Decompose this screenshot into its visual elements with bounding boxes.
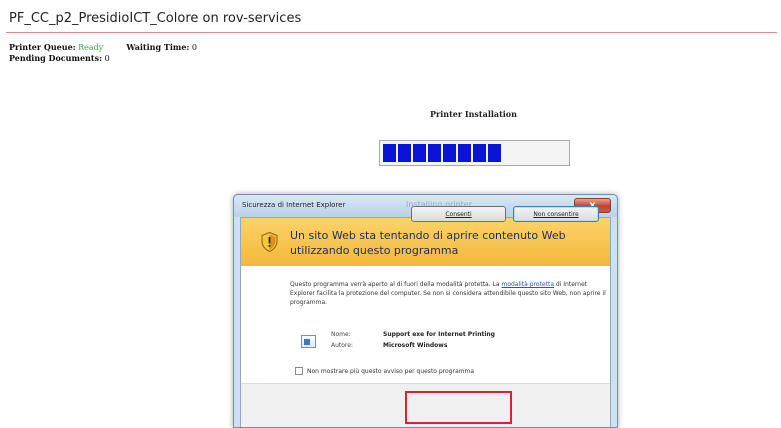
progress-block [398,144,411,162]
dont-show-again-checkbox[interactable] [295,367,303,375]
pending-value: 0 [104,54,110,63]
progress-block [473,144,486,162]
progress-fill [383,144,501,162]
progress-block [428,144,441,162]
protected-mode-link[interactable]: modalità protetta [501,281,554,288]
progress-block [443,144,456,162]
shield-warning-icon [261,232,278,252]
warning-message: Un sito Web sta tentando di aprire conte… [290,229,566,257]
waiting-label: Waiting Time: [126,42,190,52]
dont-show-again-option[interactable]: Non mostrare più questo avviso per quest… [295,367,474,375]
dialog-description: Questo programma verrà aperto al di fuor… [290,280,610,307]
deny-button-label: Non consentire [533,210,579,218]
pending-label: Pending Documents: [9,53,103,63]
progress-block [383,144,396,162]
status-line-pending: Pending Documents: 0 [9,53,110,63]
queue-label: Printer Queue: [9,42,76,52]
deny-button[interactable]: Non consentire [513,206,599,222]
allow-button-highlight [405,391,512,424]
program-author-label: Autore: [331,342,353,349]
program-author-value: Microsoft Windows [383,342,448,349]
program-name-label: Nome: [331,331,351,338]
allow-button[interactable]: Consenti [411,206,506,222]
dialog-title: Sicurezza di Internet Explorer [242,201,346,209]
progress-block [458,144,471,162]
page-title: PF_CC_p2_PresidioICT_Colore on rov-servi… [9,11,302,26]
progress-block [413,144,426,162]
allow-button-label: Consenti [445,210,472,218]
progress-block [488,144,501,162]
title-divider [6,32,777,33]
program-name-value: Support exe for Internet Printing [383,331,495,338]
status-line-queue: Printer Queue: Ready Waiting Time: 0 [9,42,197,52]
program-icon [301,335,316,348]
installation-title: Printer Installation [430,109,517,119]
warning-banner: Un sito Web sta tentando di aprire conte… [241,218,610,266]
description-text-start: Questo programma verrà aperto al di fuor… [290,281,502,288]
dont-show-again-label: Non mostrare più questo avviso per quest… [307,367,475,375]
progress-bar [379,140,570,166]
queue-status: Ready [78,43,104,52]
waiting-value: 0 [191,43,198,52]
